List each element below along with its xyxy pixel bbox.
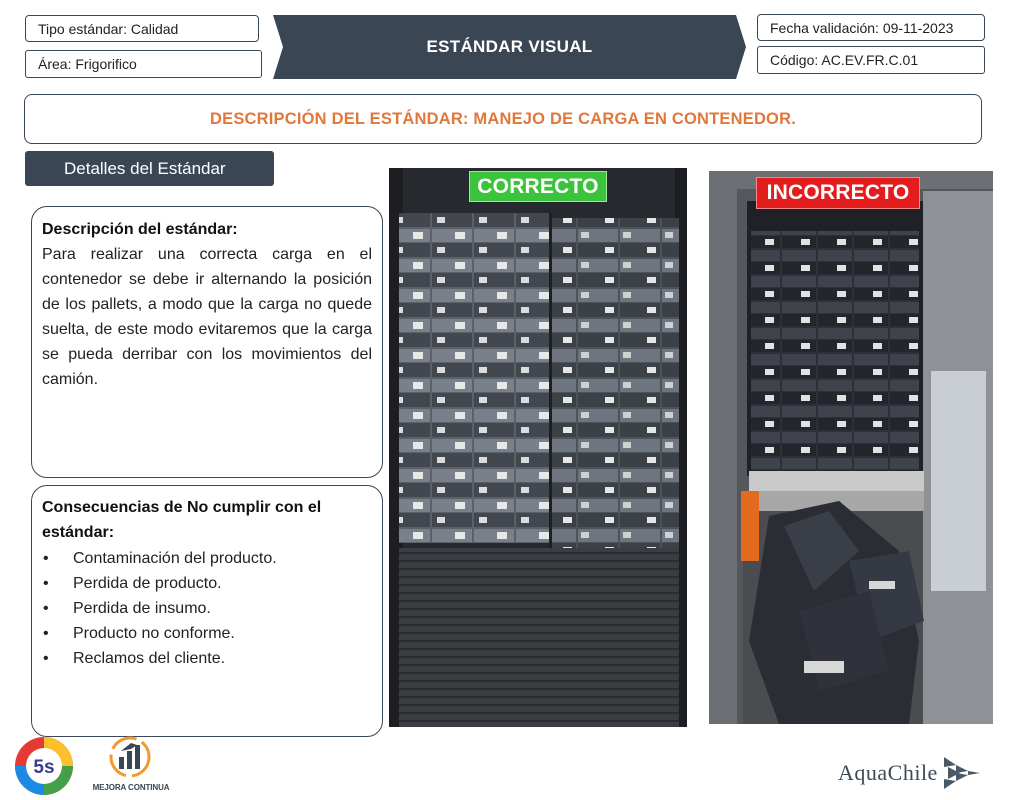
fecha-validacion-field: Fecha validación: 09-11-2023 <box>757 14 985 41</box>
standard-description-heading: Descripción del estándar: <box>42 221 238 238</box>
tipo-estandar-field: Tipo estándar: Calidad <box>25 15 259 42</box>
5s-logo-text: 5s <box>33 757 54 778</box>
area-field: Área: Frigorifico <box>25 50 262 78</box>
description-title: DESCRIPCIÓN DEL ESTÁNDAR: MANEJO DE CARG… <box>210 109 796 128</box>
codigo-field: Código: AC.EV.FR.C.01 <box>757 46 985 74</box>
consequence-item: Perdida de producto. <box>42 571 372 596</box>
fecha-validacion-text: Fecha validación: 09-11-2023 <box>770 19 954 36</box>
consequence-item: Reclamos del cliente. <box>42 646 372 671</box>
aquachile-logo: AquaChile <box>838 754 1008 792</box>
standard-description-panel: Descripción del estándar: Para realizar … <box>31 206 383 478</box>
consequence-item: Contaminación del producto. <box>42 546 372 571</box>
codigo-text: Código: AC.EV.FR.C.01 <box>770 52 919 68</box>
correct-photo-illustration <box>389 168 687 727</box>
details-tab: Detalles del Estándar <box>25 151 274 186</box>
consequences-panel: Consecuencias de No cumplir con el están… <box>31 485 383 737</box>
correct-loading-photo <box>389 168 687 727</box>
correct-label: CORRECTO <box>469 171 607 202</box>
mejora-continua-text: MEJORA CONTINUA <box>92 783 170 792</box>
standard-description-body: Para realizar una correcta carga en el c… <box>42 246 372 388</box>
consequences-list: Contaminación del producto. Perdida de p… <box>42 546 372 671</box>
aquachile-brand-text: AquaChile <box>838 760 938 785</box>
area-text: Área: Frigorifico <box>38 56 137 72</box>
consequences-heading: Consecuencias de No cumplir con el están… <box>42 499 322 541</box>
mejora-continua-icon <box>109 736 151 778</box>
5s-logo: 5s <box>11 735 77 797</box>
banner-title: ESTÁNDAR VISUAL <box>426 37 593 56</box>
consequence-item: Perdida de insumo. <box>42 596 372 621</box>
description-title-box: DESCRIPCIÓN DEL ESTÁNDAR: MANEJO DE CARG… <box>24 94 982 144</box>
tipo-estandar-text: Tipo estándar: Calidad <box>38 20 179 37</box>
incorrect-photo-illustration <box>709 171 993 724</box>
aquachile-fish-icon <box>943 757 980 789</box>
consequence-item: Producto no conforme. <box>42 621 372 646</box>
standard-banner: ESTÁNDAR VISUAL <box>273 15 746 79</box>
incorrect-label: INCORRECTO <box>756 177 920 209</box>
5s-logo-graphic: 5s <box>15 737 73 795</box>
incorrect-loading-photo <box>709 171 993 724</box>
